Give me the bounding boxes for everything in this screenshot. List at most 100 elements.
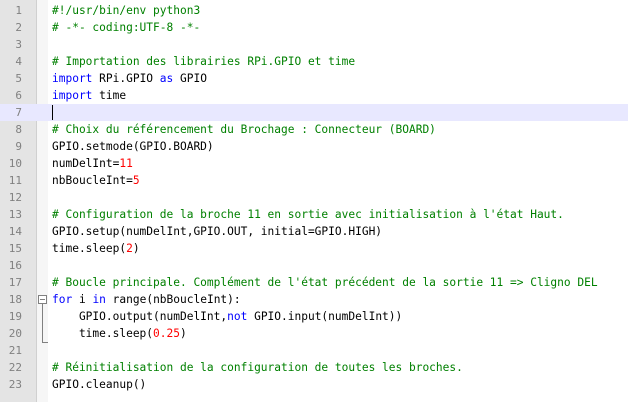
code-token: nbBoucleInt= [52,174,133,187]
code-text: # Configuration de la broche 11 en sorti… [52,206,564,223]
code-line[interactable]: 8 # Choix du référencement du Brochage : … [0,121,628,138]
line-number: 13 [8,208,22,221]
line-number: 18 [8,293,22,306]
code-text: time.sleep(0.25) [52,325,187,342]
code-line[interactable]: 20 time.sleep(0.25) [0,325,628,342]
keyword-token: import [52,72,93,85]
code-token: i [72,293,93,306]
line-number: 20 [8,327,22,340]
code-line[interactable]: 12 [0,189,628,206]
code-token: range(nbBoucleInt): [105,293,241,306]
code-line[interactable]: 5 import RPi.GPIO as GPIO [0,70,628,87]
code-line[interactable]: 10 numDelInt=11 [0,155,628,172]
code-text: GPIO.cleanup() [52,376,146,393]
code-text: import time [52,87,126,104]
code-line[interactable]: 13 # Configuration de la broche 11 en sor… [0,206,628,223]
code-text: # Boucle principale. Complément de l'éta… [52,274,598,291]
code-token: time.sleep( [52,242,127,255]
code-text: # -*- coding:UTF-8 -*- [52,19,200,36]
code-token: GPIO.cleanup() [52,378,147,391]
code-token: GPIO.output(numDelInt, [52,310,228,323]
code-line[interactable]: 1 #!/usr/bin/env python3 [0,2,628,19]
number-token: 0.25 [153,327,180,340]
comment-token: #!/usr/bin/env python3 [52,4,201,17]
fold-toggle-icon[interactable] [38,295,47,304]
line-number: 6 [15,89,22,102]
code-line[interactable]: 19 GPIO.output(numDelInt,not GPIO.input(… [0,308,628,325]
code-text: numDelInt=11 [52,155,133,172]
code-token: GPIO.input(numDelInt)) [247,310,403,323]
comment-token: # -*- coding:UTF-8 -*- [52,21,201,34]
line-number: 19 [8,310,22,323]
line-number: 2 [15,21,22,34]
code-token: GPIO.setup(numDelInt,GPIO.OUT, initial=G… [52,225,383,238]
line-number: 7 [15,106,22,119]
code-line[interactable]: 17 # Boucle principale. Complément de l'é… [0,274,628,291]
code-line[interactable]: 9 GPIO.setmode(GPIO.BOARD) [0,138,628,155]
code-line[interactable]: 21 [0,342,628,359]
code-token: time [92,89,127,102]
code-token: RPi.GPIO [92,72,160,85]
number-token: 11 [119,157,133,170]
line-number: 4 [15,55,22,68]
keyword-token: for [52,293,73,306]
code-token: ) [132,242,140,255]
line-number: 17 [8,276,22,289]
line-number: 21 [8,344,22,357]
code-text: for i in range(nbBoucleInt): [52,291,241,308]
keyword-token: as [159,72,174,85]
comment-token: # Choix du référencement du Brochage : C… [52,123,436,136]
code-line[interactable]: 6 import time [0,87,628,104]
line-number: 8 [15,123,22,136]
code-line[interactable]: 11 nbBoucleInt=5 [0,172,628,189]
keyword-token: in [92,293,106,306]
line-number: 15 [8,242,22,255]
code-token: ) [180,327,187,340]
line-number: 14 [8,225,22,238]
editor-text-area[interactable]: 1 #!/usr/bin/env python3 2 # -*- coding:UTF… [0,2,628,393]
comment-token: # Importation des librairies RPi.GPIO et… [52,55,356,68]
text-caret [52,105,53,120]
code-line[interactable]: 23 GPIO.cleanup() [0,376,628,393]
code-line[interactable]: 3 [0,36,628,53]
code-text: # Réinitialisation de la configuration d… [52,359,463,376]
code-text: GPIO.output(numDelInt,not GPIO.input(num… [52,308,402,325]
code-text: time.sleep(2) [52,240,140,257]
code-text: # Choix du référencement du Brochage : C… [52,121,436,138]
comment-token: # Configuration de la broche 11 en sorti… [52,208,564,221]
code-line[interactable]: 14 GPIO.setup(numDelInt,GPIO.OUT, initial… [0,223,628,240]
code-text: #!/usr/bin/env python3 [52,2,200,19]
code-text: GPIO.setup(numDelInt,GPIO.OUT, initial=G… [52,223,382,240]
code-line[interactable]: 18 for i in range(nbBoucleInt): [0,291,628,308]
line-number: 10 [8,157,22,170]
code-line[interactable]: 2 # -*- coding:UTF-8 -*- [0,19,628,36]
line-number: 9 [15,140,22,153]
code-line[interactable]: 16 [0,257,628,274]
fold-end-mark [42,342,48,343]
fold-guide-line [42,304,43,342]
code-token: time.sleep( [52,327,154,340]
code-line[interactable]: 22 # Réinitialisation de la configuration… [0,359,628,376]
code-token: GPIO.setmode(GPIO.BOARD) [52,140,214,153]
comment-token: # Boucle principale. Complément de l'éta… [52,276,598,289]
comment-token: # Réinitialisation de la configuration d… [52,361,463,374]
code-text: # Importation des librairies RPi.GPIO et… [52,53,355,70]
code-editor[interactable]: 1 #!/usr/bin/env python3 2 # -*- coding:UTF… [0,0,628,402]
code-line[interactable]: 4 # Importation des librairies RPi.GPIO e… [0,53,628,70]
line-number: 5 [15,72,22,85]
code-token: numDelInt= [52,157,120,170]
number-token: 5 [132,174,140,187]
number-token: 2 [126,242,133,255]
line-number: 23 [8,378,22,391]
code-token: GPIO [173,72,207,85]
line-number: 22 [8,361,22,374]
line-number: 3 [15,38,22,51]
code-line[interactable]: 7 [0,104,628,121]
line-number: 16 [8,259,22,272]
code-text: nbBoucleInt=5 [52,172,140,189]
keyword-token: import [52,89,93,102]
code-text: GPIO.setmode(GPIO.BOARD) [52,138,214,155]
line-number: 1 [15,4,22,17]
code-line[interactable]: 15 time.sleep(2) [0,240,628,257]
line-number: 11 [8,174,22,187]
